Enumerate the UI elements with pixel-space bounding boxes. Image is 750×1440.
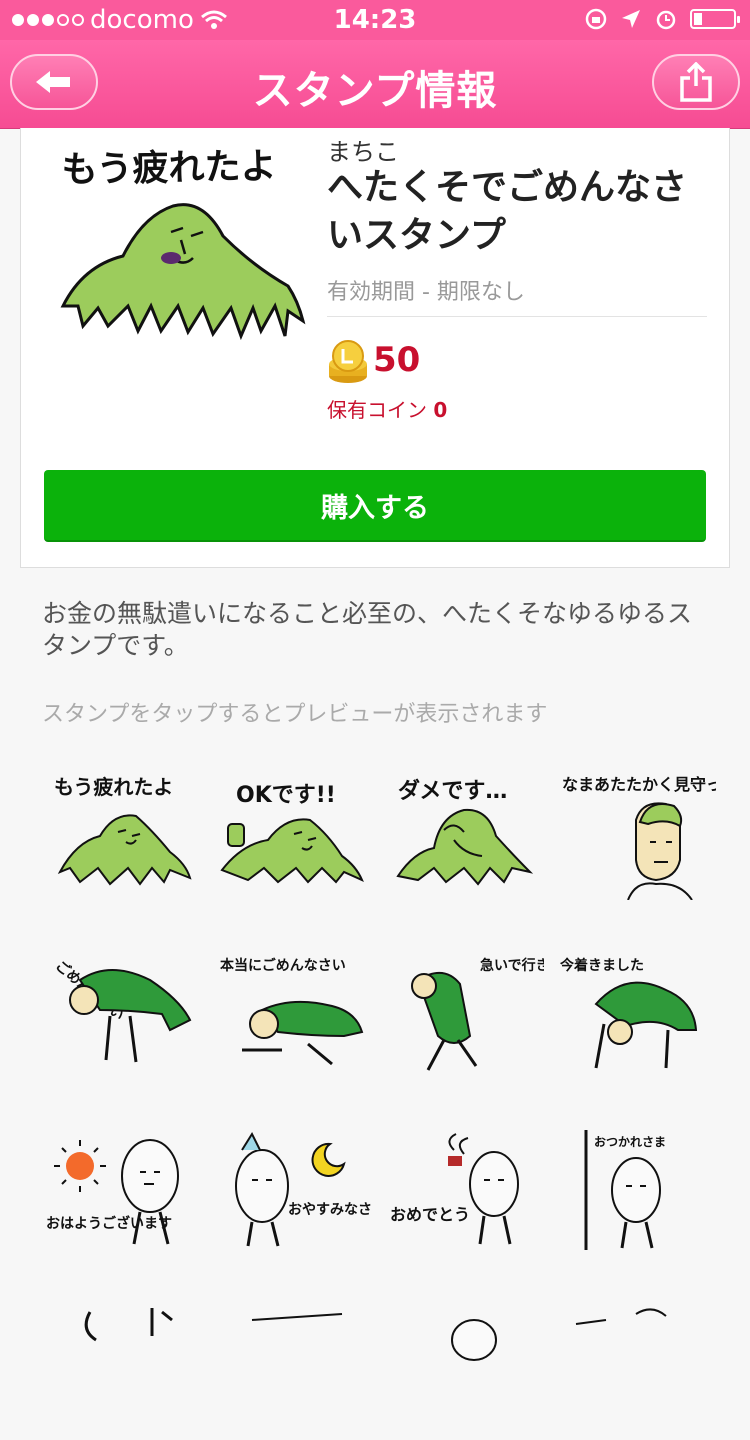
price-value: 50 <box>373 340 421 380</box>
battery-icon <box>690 9 740 29</box>
divider <box>327 316 707 317</box>
buy-button[interactable]: 購入する <box>44 470 706 542</box>
svg-text:もう疲れたよ: もう疲れたよ <box>54 775 173 799</box>
stamp-item[interactable] <box>40 1300 200 1440</box>
status-bar: docomo 14:23 <box>0 0 750 40</box>
rotation-lock-icon <box>585 8 607 30</box>
product-description: お金の無駄遣いになること必至の、へたくそなゆるゆるスタンプです。 <box>42 599 693 660</box>
owned-coins: 保有コイン 0 <box>327 394 447 423</box>
validity-period: 有効期間 - 期限なし <box>327 280 525 305</box>
svg-text:おつかれさま: おつかれさま <box>594 1135 666 1149</box>
owned-coins-value: 0 <box>433 398 448 422</box>
stamp-item[interactable]: おはようございます <box>40 1120 200 1260</box>
stamp-item[interactable]: ごめんなさい <box>40 940 200 1080</box>
svg-text:今着きました: 今着きました <box>559 957 644 974</box>
svg-text:もう疲れたよ: もう疲れたよ <box>61 146 277 191</box>
stamp-item[interactable]: 本当にごめんなさい <box>212 940 372 1080</box>
product-card: もう疲れたよ まちこ へたくそでごめんなさいスタンプ 有効期間 - 期限なし 5… <box>20 128 730 568</box>
stamp-item[interactable]: なまあたたかく見守ってるよ <box>556 760 716 900</box>
stamp-item[interactable]: おつかれさま <box>556 1120 716 1260</box>
owned-coins-label: 保有コイン <box>327 398 427 422</box>
svg-text:ダメです…: ダメです… <box>398 778 507 804</box>
stamp-item[interactable] <box>212 1300 372 1440</box>
stamp-item[interactable]: もう疲れたよ <box>40 760 200 900</box>
location-icon <box>622 10 640 28</box>
svg-text:おはようございます: おはようございます <box>46 1215 172 1232</box>
stamp-item[interactable]: OKです!! <box>212 760 372 900</box>
product-title: へたくそでごめんなさいスタンプ <box>327 167 688 256</box>
svg-text:なまあたたかく見守ってるよ: なまあたたかく見守ってるよ <box>562 775 716 794</box>
share-icon <box>680 62 712 102</box>
svg-text:OKです!!: OKです!! <box>236 783 336 808</box>
status-right <box>584 7 740 31</box>
stamp-item[interactable] <box>556 1300 716 1440</box>
svg-text:おやすみなさい: おやすみなさい <box>288 1202 372 1218</box>
main-stamp-image: もう疲れたよ <box>60 146 306 341</box>
stamp-item[interactable]: おやすみなさい <box>212 1120 372 1260</box>
navigation-bar: スタンプ情報 <box>0 40 750 129</box>
stamp-item[interactable]: 急いで行きます <box>384 940 544 1080</box>
preview-hint: スタンプをタップするとプレビューが表示されます <box>42 702 548 727</box>
svg-text:本当にごめんなさい: 本当にごめんなさい <box>220 957 346 974</box>
stamp-item[interactable]: 今着きました <box>556 940 716 1080</box>
alarm-icon <box>656 10 676 30</box>
svg-text:おめでとう: おめでとう <box>390 1205 470 1224</box>
stamp-item[interactable]: ダメです… <box>384 760 544 900</box>
share-button[interactable] <box>652 54 740 110</box>
author-name[interactable]: まちこ <box>327 132 399 167</box>
coin-icon <box>329 340 367 383</box>
stamp-item[interactable] <box>384 1300 544 1440</box>
page-title: スタンプ情報 <box>252 68 498 114</box>
svg-text:急いで行きます: 急いで行きます <box>480 957 544 974</box>
stamp-item[interactable]: おめでとう <box>384 1120 544 1260</box>
